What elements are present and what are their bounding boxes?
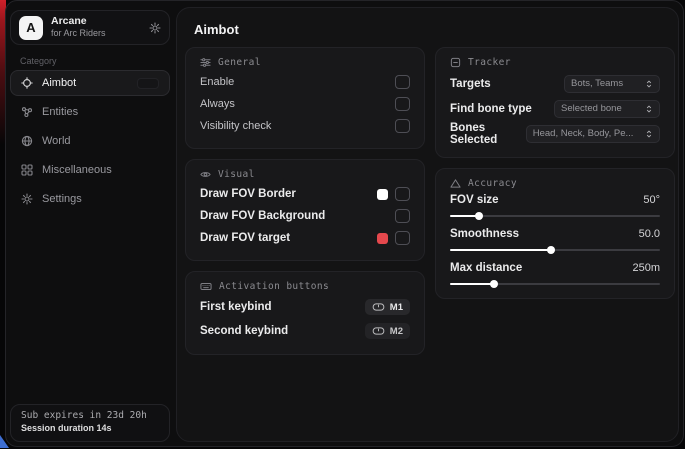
fov-border-color-swatch[interactable] [377,189,388,200]
app-logo: A [19,16,43,40]
sidebar-item-label: Settings [42,193,82,205]
smoothness-value: 50.0 [639,228,660,240]
targets-select[interactable]: Bots, Teams [564,75,660,93]
app-subtitle: for Arc Riders [51,28,106,39]
first-keybind-button[interactable]: M1 [365,299,410,315]
targets-value: Bots, Teams [571,78,623,89]
keyboard-icon [200,281,212,292]
tracker-card: Tracker Targets Bots, Teams Find bone [435,47,675,158]
section-title: Visual [218,169,255,180]
app-header-card: A Arcane for Arc Riders [10,10,170,45]
find-bone-type-value: Selected bone [561,103,622,114]
category-label: Category [20,56,57,66]
always-label: Always [200,98,235,110]
page-title: Aimbot [194,22,239,37]
draw-fov-background-checkbox[interactable] [395,209,410,223]
slider-thumb[interactable] [490,280,498,288]
subscription-info-card: Sub expires in 23d 20h Session duration … [10,404,170,442]
fov-target-color-swatch[interactable] [377,233,388,244]
aimbot-keybind-hint-badge [137,78,159,89]
sidebar-item-label: Entities [42,106,78,118]
unfold-icon [645,79,653,89]
fov-size-value: 50° [643,194,660,206]
sliders-icon [200,57,211,68]
mouse-icon [372,327,385,335]
second-keybind-button[interactable]: M2 [365,323,410,339]
globe-icon [21,135,33,147]
app-name: Arcane [51,15,106,28]
draw-fov-target-label: Draw FOV target [200,232,290,244]
max-distance-value: 250m [632,262,660,274]
first-keybind-label: First keybind [200,301,272,313]
crosshair-icon [21,77,33,89]
sidebar-item-label: Aimbot [42,77,76,89]
keybind-value: M2 [390,326,403,337]
fov-size-label: FOV size [450,194,499,206]
find-bone-type-label: Find bone type [450,103,532,115]
sidebar-item-world[interactable]: World [10,128,170,154]
gear-icon [21,193,33,205]
unfold-icon [645,104,653,114]
eye-icon [200,169,211,180]
sidebar-item-label: Miscellaneous [42,164,112,176]
grid-icon [21,164,33,176]
slider-thumb[interactable] [475,212,483,220]
max-distance-label: Max distance [450,262,522,274]
accuracy-card: Accuracy FOV size 50° Smoothness [435,168,675,299]
sidebar-item-miscellaneous[interactable]: Miscellaneous [10,157,170,183]
draw-fov-border-label: Draw FOV Border [200,188,296,200]
sidebar-nav: Aimbot Entities World [10,70,170,212]
section-title: Activation buttons [219,281,329,292]
always-checkbox[interactable] [395,97,410,111]
sub-expires-text: Sub expires in 23d 20h [21,410,159,421]
find-bone-type-select[interactable]: Selected bone [554,100,660,118]
general-card: General Enable Always Visibility check [185,47,425,149]
enable-label: Enable [200,76,234,88]
mouse-icon [372,303,385,311]
section-title: Accuracy [468,178,517,189]
gear-icon[interactable] [149,22,161,34]
slider-fill [450,249,551,251]
slider-thumb[interactable] [547,246,555,254]
session-duration-text: Session duration 14s [21,423,159,433]
bones-selected-label: Bones Selected [450,122,526,146]
draw-fov-target-checkbox[interactable] [395,231,410,245]
keybind-value: M1 [390,302,403,313]
draw-fov-border-checkbox[interactable] [395,187,410,201]
scan-target-icon [450,57,461,68]
fov-size-slider[interactable] [450,215,660,217]
max-distance-slider[interactable] [450,283,660,285]
enable-checkbox[interactable] [395,75,410,89]
visibility-check-label: Visibility check [200,120,271,132]
sidebar-item-label: World [42,135,71,147]
second-keybind-label: Second keybind [200,325,288,337]
app-window: A Arcane for Arc Riders Category Aimbot [5,0,684,447]
main-panel: Aimbot General Enable [176,7,679,442]
fov-size-slider-group: FOV size 50° [450,192,660,217]
smoothness-slider-group: Smoothness 50.0 [450,226,660,251]
section-title: Tracker [468,57,511,68]
triangle-icon [450,178,461,189]
draw-fov-background-label: Draw FOV Background [200,210,325,222]
sidebar-item-aimbot[interactable]: Aimbot [10,70,170,96]
slider-fill [450,283,494,285]
activation-buttons-card: Activation buttons First keybind M1 [185,271,425,355]
unfold-icon [645,129,653,139]
sidebar-item-entities[interactable]: Entities [10,99,170,125]
max-distance-slider-group: Max distance 250m [450,260,660,285]
smoothness-slider[interactable] [450,249,660,251]
bones-selected-select[interactable]: Head, Neck, Body, Pe... [526,125,660,143]
visibility-check-checkbox[interactable] [395,119,410,133]
entities-icon [21,106,33,118]
targets-label: Targets [450,78,491,90]
visual-card: Visual Draw FOV Border Draw FOV Backgrou… [185,159,425,261]
section-title: General [218,57,261,68]
bones-selected-value: Head, Neck, Body, Pe... [533,128,634,139]
smoothness-label: Smoothness [450,228,519,240]
sidebar-item-settings[interactable]: Settings [10,186,170,212]
